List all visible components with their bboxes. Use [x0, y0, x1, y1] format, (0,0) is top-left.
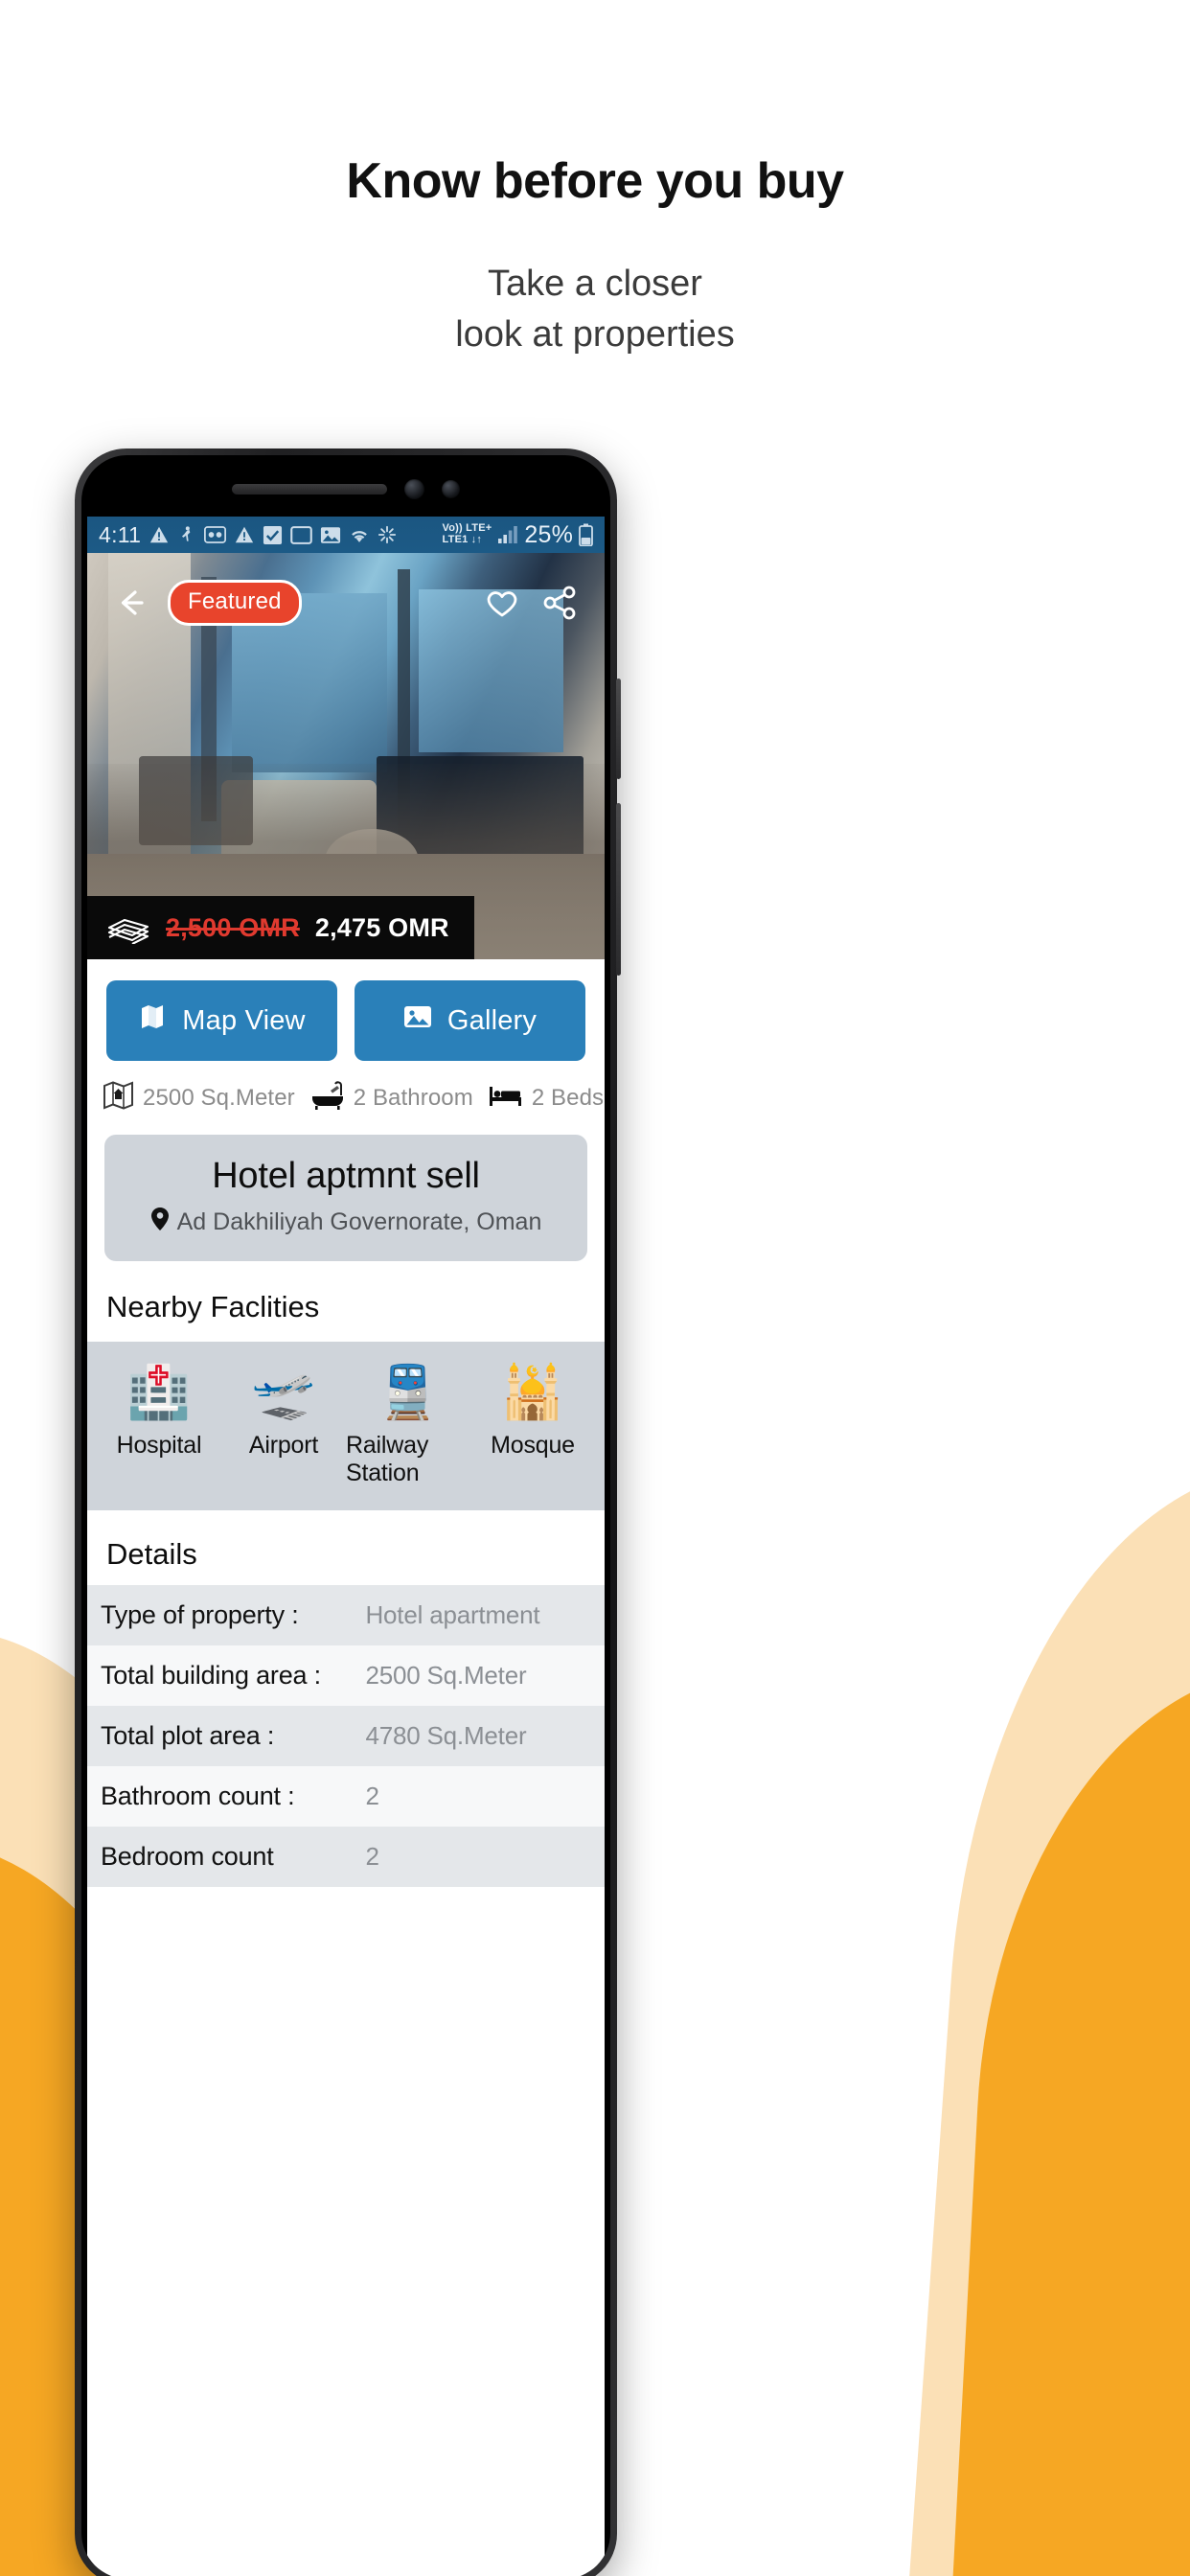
property-title-card: Hotel aptmnt sell Ad Dakhiliyah Governor…: [104, 1135, 587, 1261]
gallery-label: Gallery: [446, 1004, 538, 1036]
warning-icon-2: [234, 524, 255, 545]
stat-bathroom-label: 2 Bathroom: [353, 1084, 473, 1111]
detail-value: 2: [365, 1782, 379, 1810]
airport-icon: 🛫: [251, 1364, 316, 1421]
area-map-home-icon: [103, 1080, 134, 1116]
front-camera-secondary-icon: [442, 479, 460, 498]
map-view-label: Map View: [182, 1004, 306, 1036]
table-row: Total plot area : 4780 Sq.Meter: [87, 1706, 605, 1766]
facility-hospital-label: Hospital: [116, 1432, 202, 1459]
status-bar-right: Vo)) LTE+ LTE1 ↓↑ 25%: [443, 521, 593, 549]
facility-railway-station-label: Railway Station: [346, 1432, 429, 1486]
front-camera-icon: [404, 478, 424, 499]
promo-subheadline-line1: Take a closer: [488, 264, 702, 305]
mosque-icon: 🕌: [500, 1364, 565, 1421]
android-status-bar: 4:11 Vo)) LTE+ LTE1 ↓↑ 25%: [87, 517, 605, 553]
stat-beds: 2 Beds: [489, 1083, 604, 1113]
network-line-2: LTE1 ↓↑: [442, 534, 483, 545]
orange-blob-right-light: [894, 1446, 1190, 2576]
gallery-image-icon: [403, 1004, 432, 1037]
detail-key: Bathroom count :: [101, 1782, 295, 1810]
detail-value: Hotel apartment: [365, 1600, 540, 1629]
map-view-button[interactable]: Map View: [106, 980, 337, 1061]
checkbox-icon: [263, 525, 283, 545]
facility-mosque-label: Mosque: [491, 1432, 575, 1459]
detail-key: Total building area :: [101, 1661, 321, 1690]
promo-copy: Know before you buy Take a closer look a…: [0, 0, 1190, 359]
wifi-icon: [349, 526, 370, 544]
phone-mockup: 4:11 Vo)) LTE+ LTE1 ↓↑ 25% Featured 2,50…: [75, 448, 621, 2576]
facility-airport[interactable]: 🛫 Airport: [221, 1367, 346, 1487]
page-root: Know before you buy Take a closer look a…: [0, 0, 1190, 2576]
share-icon[interactable]: [539, 583, 580, 623]
price-original: 2,500 OMR: [166, 912, 300, 942]
sync-icon: [378, 525, 397, 544]
promo-subheadline: Take a closer look at properties: [0, 259, 1190, 359]
action-button-row: Map View Gallery: [87, 959, 605, 1076]
warning-icon: [149, 524, 170, 545]
detail-value: 2500 Sq.Meter: [365, 1661, 527, 1690]
money-stack-icon: [106, 911, 150, 945]
back-arrow-icon[interactable]: [112, 584, 150, 622]
orange-blob-right: [938, 1652, 1190, 2576]
nearby-facilities-row: 🏥 Hospital 🛫 Airport 🚆 Railway Station 🕌…: [87, 1342, 605, 1510]
voicemail-icon: [204, 525, 227, 544]
property-title: Hotel aptmnt sell: [212, 1156, 480, 1196]
price-overlay: 2,500 OMR 2,475 OMR: [87, 896, 474, 959]
stat-bathroom: 2 Bathroom: [310, 1081, 473, 1115]
price-current: 2,475 OMR: [314, 912, 449, 942]
network-indicator: Vo)) LTE+ LTE1 ↓↑: [443, 523, 492, 545]
heart-icon[interactable]: [482, 583, 522, 623]
promo-headline: Know before you buy: [346, 153, 844, 209]
promo-subheadline-line2: look at properties: [455, 313, 735, 355]
phone-side-button-power: [616, 803, 621, 976]
detail-key: Type of property :: [101, 1600, 299, 1629]
table-row: Bedroom count 2: [87, 1827, 605, 1887]
phone-screen-frame: 4:11 Vo)) LTE+ LTE1 ↓↑ 25% Featured 2,50…: [81, 455, 610, 2576]
stat-area-label: 2500 Sq.Meter: [143, 1084, 295, 1111]
stat-area: 2500 Sq.Meter: [103, 1080, 295, 1116]
gallery-button[interactable]: Gallery: [355, 980, 585, 1061]
stat-beds-label: 2 Beds: [531, 1084, 605, 1111]
earpiece-speaker: [232, 483, 387, 494]
hospital-icon: 🏥: [126, 1364, 192, 1421]
detail-value: 2: [365, 1842, 379, 1871]
detail-key: Total plot area :: [101, 1721, 275, 1750]
location-pin-icon: [150, 1207, 170, 1238]
phone-top-bezel: [87, 461, 605, 517]
featured-badge: Featured: [168, 580, 302, 626]
detail-value: 4780 Sq.Meter: [365, 1721, 527, 1750]
map-icon: [138, 1002, 167, 1039]
battery-percent-label: 25%: [524, 520, 573, 548]
property-location: Ad Dakhiliyah Governorate, Oman: [122, 1207, 570, 1238]
property-hero-image[interactable]: Featured 2,500 OMR 2,475 OMR: [87, 553, 605, 959]
facility-mosque[interactable]: 🕌 Mosque: [470, 1367, 595, 1487]
facility-hospital[interactable]: 🏥 Hospital: [97, 1367, 221, 1487]
signal-bars-icon: [497, 525, 518, 544]
phone-side-button-volume: [616, 678, 621, 779]
walking-icon: [177, 524, 196, 545]
railway-station-icon: 🚆: [376, 1364, 441, 1421]
details-section: Details Type of property : Hotel apartme…: [87, 1510, 605, 1887]
details-heading: Details: [106, 1537, 197, 1571]
hero-top-bar: Featured: [87, 553, 605, 653]
table-row: Bathroom count : 2: [87, 1766, 605, 1827]
facility-railway-station[interactable]: 🚆 Railway Station: [346, 1367, 470, 1487]
rectangle-icon: [290, 525, 313, 544]
property-stats-row: 2500 Sq.Meter 2 Bathroom 2 Beds: [87, 1076, 605, 1131]
status-clock: 4:11: [99, 521, 142, 547]
property-location-label: Ad Dakhiliyah Governorate, Oman: [176, 1208, 542, 1235]
facility-airport-label: Airport: [248, 1432, 319, 1459]
detail-key: Bedroom count: [101, 1842, 274, 1871]
image-icon: [320, 526, 341, 544]
table-row: Total building area : 2500 Sq.Meter: [87, 1645, 605, 1706]
status-bar-left: 4:11: [99, 522, 435, 548]
app-screen: 4:11 Vo)) LTE+ LTE1 ↓↑ 25% Featured 2,50…: [87, 517, 605, 2576]
nearby-facilities-heading: Nearby Faclities: [87, 1261, 605, 1342]
battery-icon: [579, 523, 593, 546]
bathtub-icon: [310, 1081, 345, 1115]
table-row: Type of property : Hotel apartment: [87, 1585, 605, 1645]
bed-icon: [489, 1083, 523, 1113]
